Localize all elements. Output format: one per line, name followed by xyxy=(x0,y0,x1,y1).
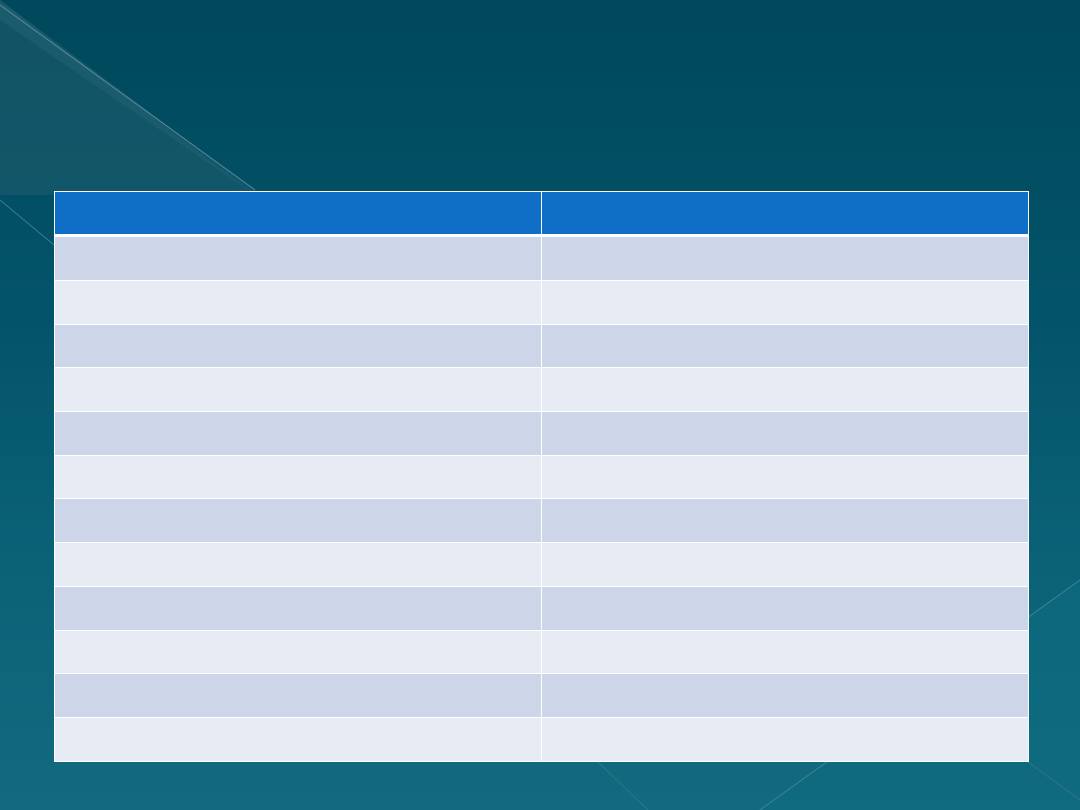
table-cell xyxy=(54,279,542,325)
table-cell xyxy=(54,498,542,544)
table-cell xyxy=(541,498,1029,544)
table-row xyxy=(54,279,1029,325)
table-row xyxy=(54,323,1029,369)
table-cell xyxy=(541,235,1029,281)
table-cell xyxy=(54,673,542,719)
table-cell xyxy=(541,410,1029,456)
table-cell xyxy=(54,410,542,456)
table-row xyxy=(54,717,1029,762)
background-line-left xyxy=(0,199,55,246)
table-header-cell-1 xyxy=(54,191,542,237)
table-row xyxy=(54,454,1029,500)
table-row xyxy=(54,410,1029,456)
table-cell xyxy=(54,323,542,369)
table-cell xyxy=(54,235,542,281)
table-cell xyxy=(541,279,1029,325)
table-cell xyxy=(54,542,542,587)
table-cell xyxy=(54,367,542,412)
table-row xyxy=(54,673,1029,719)
table-cell xyxy=(541,542,1029,587)
table-cell xyxy=(54,585,542,631)
table-row xyxy=(54,235,1029,281)
table-cell xyxy=(541,367,1029,412)
table-cell xyxy=(541,629,1029,675)
table-row xyxy=(54,629,1029,675)
data-table-container xyxy=(54,191,1029,762)
table-row xyxy=(54,498,1029,544)
table-cell xyxy=(541,717,1029,762)
table-cell xyxy=(541,454,1029,500)
table-row xyxy=(54,585,1029,631)
background-line-bottom-middle xyxy=(597,761,649,810)
table-row xyxy=(54,542,1029,587)
table-cell xyxy=(541,673,1029,719)
table-cell xyxy=(54,629,542,675)
table-row xyxy=(54,367,1029,412)
table-cell xyxy=(54,717,542,762)
table-header-cell-2 xyxy=(541,191,1029,237)
data-table xyxy=(54,191,1029,762)
table-cell xyxy=(54,454,542,500)
table-header-row xyxy=(54,191,1029,237)
table-cell xyxy=(541,585,1029,631)
table-cell xyxy=(541,323,1029,369)
